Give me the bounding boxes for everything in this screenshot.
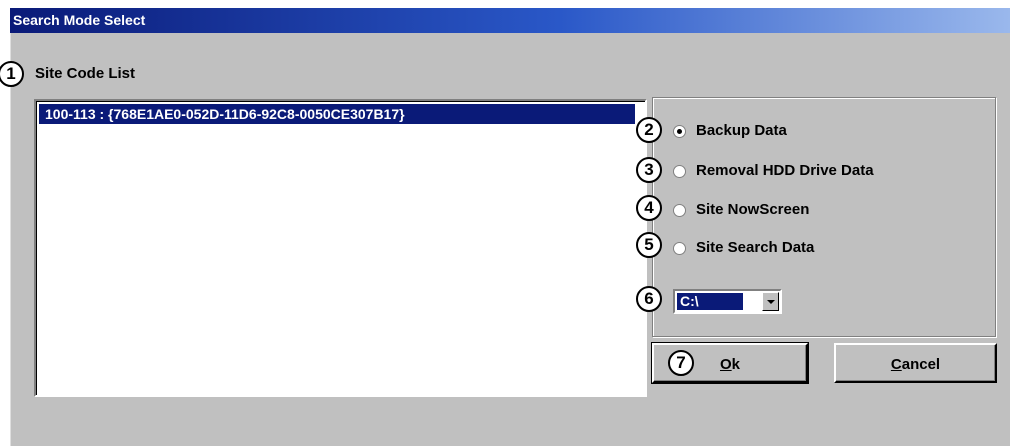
drive-select[interactable]: C:\ (673, 289, 782, 314)
cancel-accel: C (890, 356, 902, 373)
radio-site-search-data-label[interactable]: Site Search Data (696, 239, 814, 256)
drive-select-value: C:\ (677, 293, 743, 310)
site-code-list-label: Site Code List (35, 65, 136, 82)
callout-2: 2 (636, 117, 662, 143)
window-title: Search Mode Select (13, 12, 146, 28)
ok-label-rest: k (731, 356, 740, 373)
callout-3: 3 (636, 157, 662, 183)
radio-removal-hdd-drive-data[interactable] (673, 165, 686, 178)
callout-5: 5 (636, 232, 662, 258)
chevron-down-icon[interactable] (762, 292, 779, 311)
title-bar: Search Mode Select (10, 8, 1010, 33)
cancel-button[interactable]: Cancel (834, 343, 997, 383)
search-mode-select-dialog: Search Mode Select Site Code List 100-11… (10, 8, 1010, 446)
radio-site-nowscreen-label[interactable]: Site NowScreen (696, 201, 809, 218)
cancel-label-rest: ancel (901, 356, 941, 373)
radio-site-nowscreen[interactable] (673, 204, 686, 217)
radio-site-search-data[interactable] (673, 242, 686, 255)
site-code-listbox[interactable]: 100-113 : {768E1AE0-052D-11D6-92C8-0050C… (34, 99, 647, 397)
radio-backup-data-label[interactable]: Backup Data (696, 122, 787, 139)
callout-7: 7 (668, 350, 694, 376)
radio-removal-hdd-drive-data-label[interactable]: Removal HDD Drive Data (696, 162, 874, 179)
callout-4: 4 (636, 195, 662, 221)
list-item[interactable]: 100-113 : {768E1AE0-052D-11D6-92C8-0050C… (39, 104, 635, 124)
callout-6: 6 (636, 286, 662, 312)
ok-accel: O (719, 356, 732, 373)
radio-backup-data[interactable] (673, 125, 686, 138)
